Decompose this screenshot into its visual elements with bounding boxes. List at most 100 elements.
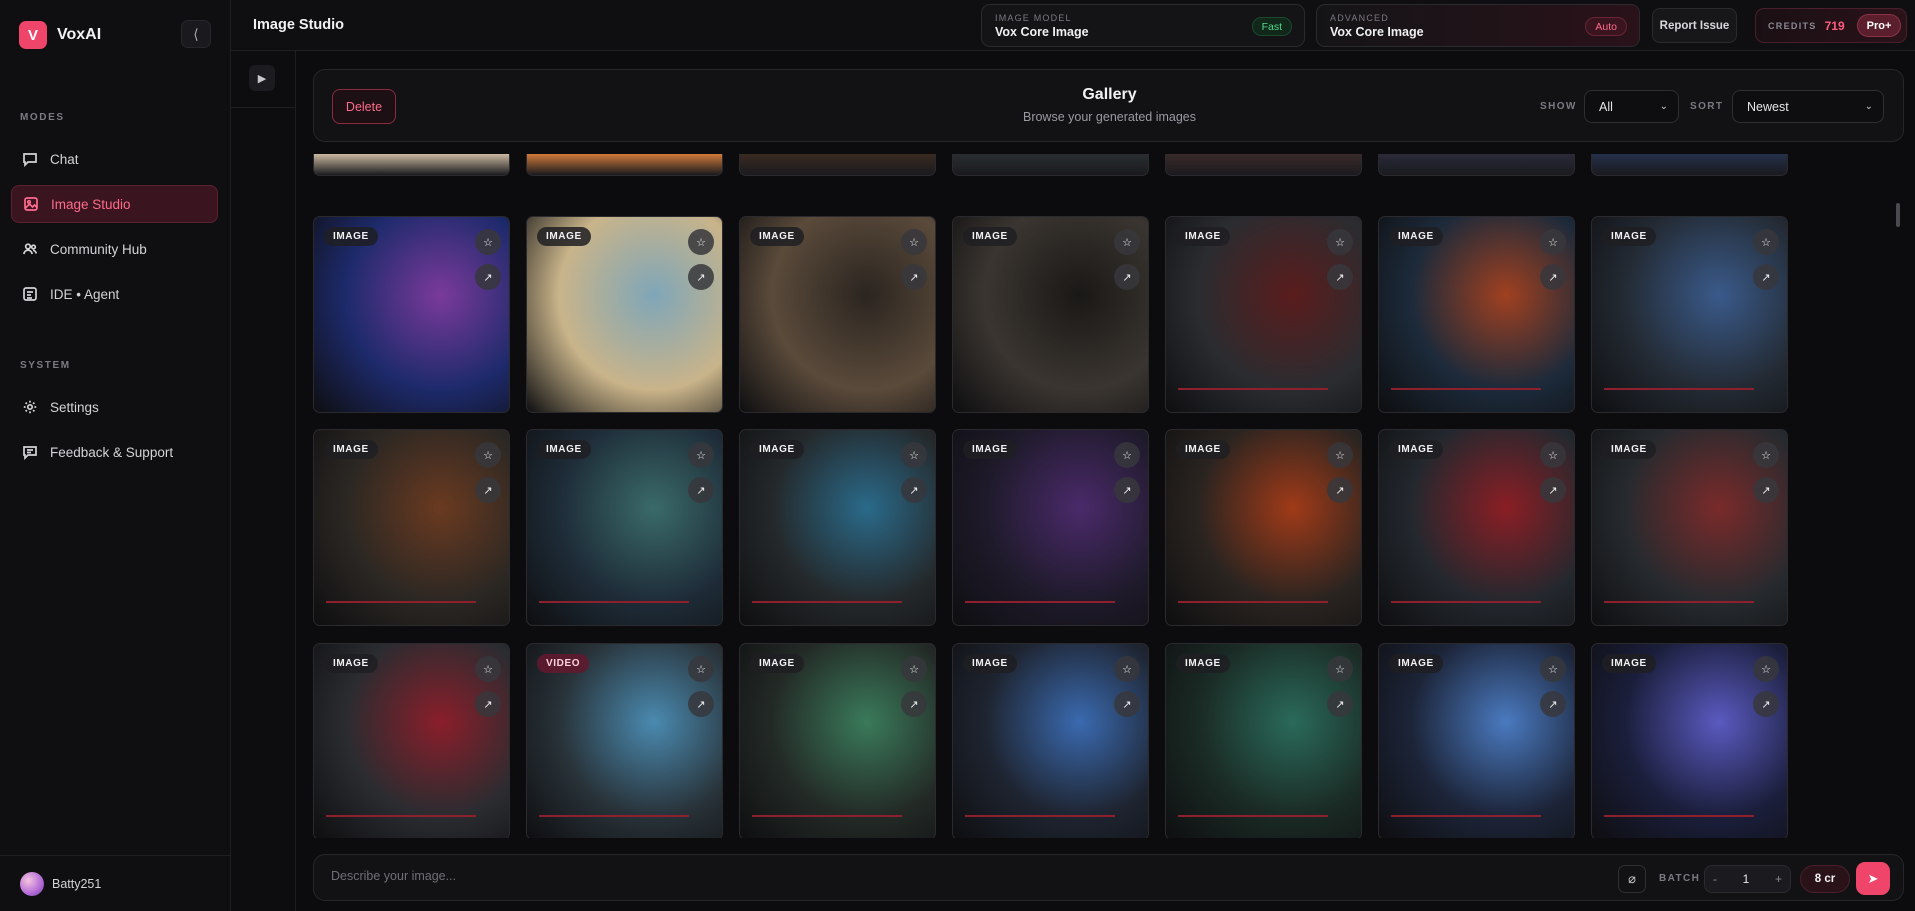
open-external-icon[interactable]: ↗ [1753, 477, 1779, 503]
star-icon[interactable]: ☆ [475, 229, 501, 255]
star-icon[interactable]: ☆ [1540, 442, 1566, 468]
gallery-tile[interactable]: IMAGE ☆ ↗ [952, 216, 1149, 413]
sidebar-item-image-studio[interactable]: Image Studio [11, 185, 218, 223]
advanced-model-selector[interactable]: ADVANCED Vox Core Image Auto [1316, 4, 1640, 47]
open-external-icon[interactable]: ↗ [688, 477, 714, 503]
open-external-icon[interactable]: ↗ [901, 477, 927, 503]
sidebar-item-community-hub[interactable]: Community Hub [11, 230, 218, 268]
open-external-icon[interactable]: ↗ [1540, 477, 1566, 503]
open-external-icon[interactable]: ↗ [901, 691, 927, 717]
prompt-input[interactable]: Describe your image... [331, 869, 456, 883]
gallery-tile[interactable]: IMAGE ☆ ↗ [313, 643, 510, 838]
open-external-icon[interactable]: ↗ [1114, 264, 1140, 290]
gallery-tile-partial[interactable] [526, 154, 723, 176]
show-filter-select[interactable]: All ⌄ [1584, 90, 1679, 123]
collapse-sidebar-button[interactable]: ⟨ [181, 20, 211, 48]
star-icon[interactable]: ☆ [901, 656, 927, 682]
health-bar-decoration [326, 601, 476, 603]
gallery-tile[interactable]: IMAGE ☆ ↗ [739, 643, 936, 838]
star-icon[interactable]: ☆ [901, 442, 927, 468]
open-external-icon[interactable]: ↗ [475, 691, 501, 717]
star-icon[interactable]: ☆ [1327, 442, 1353, 468]
open-external-icon[interactable]: ↗ [1114, 477, 1140, 503]
star-icon[interactable]: ☆ [1753, 229, 1779, 255]
media-type-badge: IMAGE [1602, 440, 1656, 459]
sidebar-item-settings[interactable]: Settings [11, 388, 218, 426]
batch-label: BATCH [1659, 873, 1701, 884]
gallery-tile[interactable]: IMAGE ☆ ↗ [739, 429, 936, 626]
gallery-tile[interactable]: IMAGE ☆ ↗ [526, 429, 723, 626]
gallery-tile[interactable]: IMAGE ☆ ↗ [1165, 643, 1362, 838]
star-icon[interactable]: ☆ [688, 656, 714, 682]
star-icon[interactable]: ☆ [688, 229, 714, 255]
open-external-icon[interactable]: ↗ [1327, 264, 1353, 290]
attach-button[interactable]: ⌀ [1618, 865, 1646, 893]
expand-panel-button[interactable]: ▶ [249, 65, 275, 91]
gallery-tile[interactable]: IMAGE ☆ ↗ [952, 429, 1149, 626]
star-icon[interactable]: ☆ [1114, 442, 1140, 468]
batch-decrement-button[interactable]: - [1713, 872, 1717, 886]
star-icon[interactable]: ☆ [1114, 656, 1140, 682]
gallery-tile[interactable]: IMAGE ☆ ↗ [526, 216, 723, 413]
sidebar-item-chat[interactable]: Chat [11, 140, 218, 178]
gallery-tile[interactable]: IMAGE ☆ ↗ [1378, 643, 1575, 838]
star-icon[interactable]: ☆ [1753, 656, 1779, 682]
gallery-tile-partial[interactable] [1165, 154, 1362, 176]
open-external-icon[interactable]: ↗ [688, 691, 714, 717]
gallery-tile[interactable]: VIDEO ☆ ↗ [526, 643, 723, 838]
open-external-icon[interactable]: ↗ [475, 264, 501, 290]
gallery-tile[interactable]: IMAGE ☆ ↗ [1378, 429, 1575, 626]
star-icon[interactable]: ☆ [1327, 229, 1353, 255]
gallery-tile[interactable]: IMAGE ☆ ↗ [1165, 216, 1362, 413]
sort-select[interactable]: Newest ⌄ [1732, 90, 1884, 123]
gallery-tile-partial[interactable] [313, 154, 510, 176]
image-model-selector[interactable]: IMAGE MODEL Vox Core Image Fast [981, 4, 1305, 47]
scrollbar-thumb[interactable] [1896, 203, 1900, 227]
gallery-tile[interactable]: IMAGE ☆ ↗ [1591, 643, 1788, 838]
star-icon[interactable]: ☆ [1540, 229, 1566, 255]
gallery-tile[interactable]: IMAGE ☆ ↗ [952, 643, 1149, 838]
star-icon[interactable]: ☆ [1327, 656, 1353, 682]
gallery-tile-partial[interactable] [1591, 154, 1788, 176]
gallery-tile[interactable]: IMAGE ☆ ↗ [313, 216, 510, 413]
sidebar-item-feedback-support[interactable]: Feedback & Support [11, 433, 218, 471]
open-external-icon[interactable]: ↗ [688, 264, 714, 290]
brand[interactable]: V VoxAI [19, 21, 101, 49]
credits-display[interactable]: CREDITS 719 Pro+ [1755, 8, 1907, 43]
gallery-tile[interactable]: IMAGE ☆ ↗ [1165, 429, 1362, 626]
plan-badge[interactable]: Pro+ [1856, 14, 1902, 37]
open-external-icon[interactable]: ↗ [475, 477, 501, 503]
star-icon[interactable]: ☆ [901, 229, 927, 255]
gallery-tile[interactable]: IMAGE ☆ ↗ [1378, 216, 1575, 413]
star-icon[interactable]: ☆ [1753, 442, 1779, 468]
open-external-icon[interactable]: ↗ [1753, 264, 1779, 290]
media-type-badge: IMAGE [750, 440, 804, 459]
open-external-icon[interactable]: ↗ [1327, 691, 1353, 717]
star-icon[interactable]: ☆ [688, 442, 714, 468]
open-external-icon[interactable]: ↗ [1540, 691, 1566, 717]
batch-stepper[interactable]: - 1 + [1704, 865, 1791, 893]
star-icon[interactable]: ☆ [1114, 229, 1140, 255]
star-icon[interactable]: ☆ [475, 656, 501, 682]
open-external-icon[interactable]: ↗ [1114, 691, 1140, 717]
gallery-tile[interactable]: IMAGE ☆ ↗ [739, 216, 936, 413]
send-button[interactable]: ➤ [1856, 862, 1890, 895]
show-label: SHOW [1540, 101, 1577, 112]
gallery-tile[interactable]: IMAGE ☆ ↗ [1591, 429, 1788, 626]
open-external-icon[interactable]: ↗ [901, 264, 927, 290]
open-external-icon[interactable]: ↗ [1753, 691, 1779, 717]
report-issue-button[interactable]: Report Issue [1652, 8, 1737, 43]
user-profile[interactable]: Batty251 [0, 855, 230, 911]
media-type-badge: IMAGE [1389, 227, 1443, 246]
open-external-icon[interactable]: ↗ [1540, 264, 1566, 290]
open-external-icon[interactable]: ↗ [1327, 477, 1353, 503]
gallery-tile[interactable]: IMAGE ☆ ↗ [313, 429, 510, 626]
star-icon[interactable]: ☆ [1540, 656, 1566, 682]
batch-increment-button[interactable]: + [1775, 872, 1782, 886]
star-icon[interactable]: ☆ [475, 442, 501, 468]
gallery-tile-partial[interactable] [1378, 154, 1575, 176]
sidebar-item-ide-agent[interactable]: IDE • Agent [11, 275, 218, 313]
gallery-tile-partial[interactable] [739, 154, 936, 176]
gallery-tile[interactable]: IMAGE ☆ ↗ [1591, 216, 1788, 413]
gallery-tile-partial[interactable] [952, 154, 1149, 176]
